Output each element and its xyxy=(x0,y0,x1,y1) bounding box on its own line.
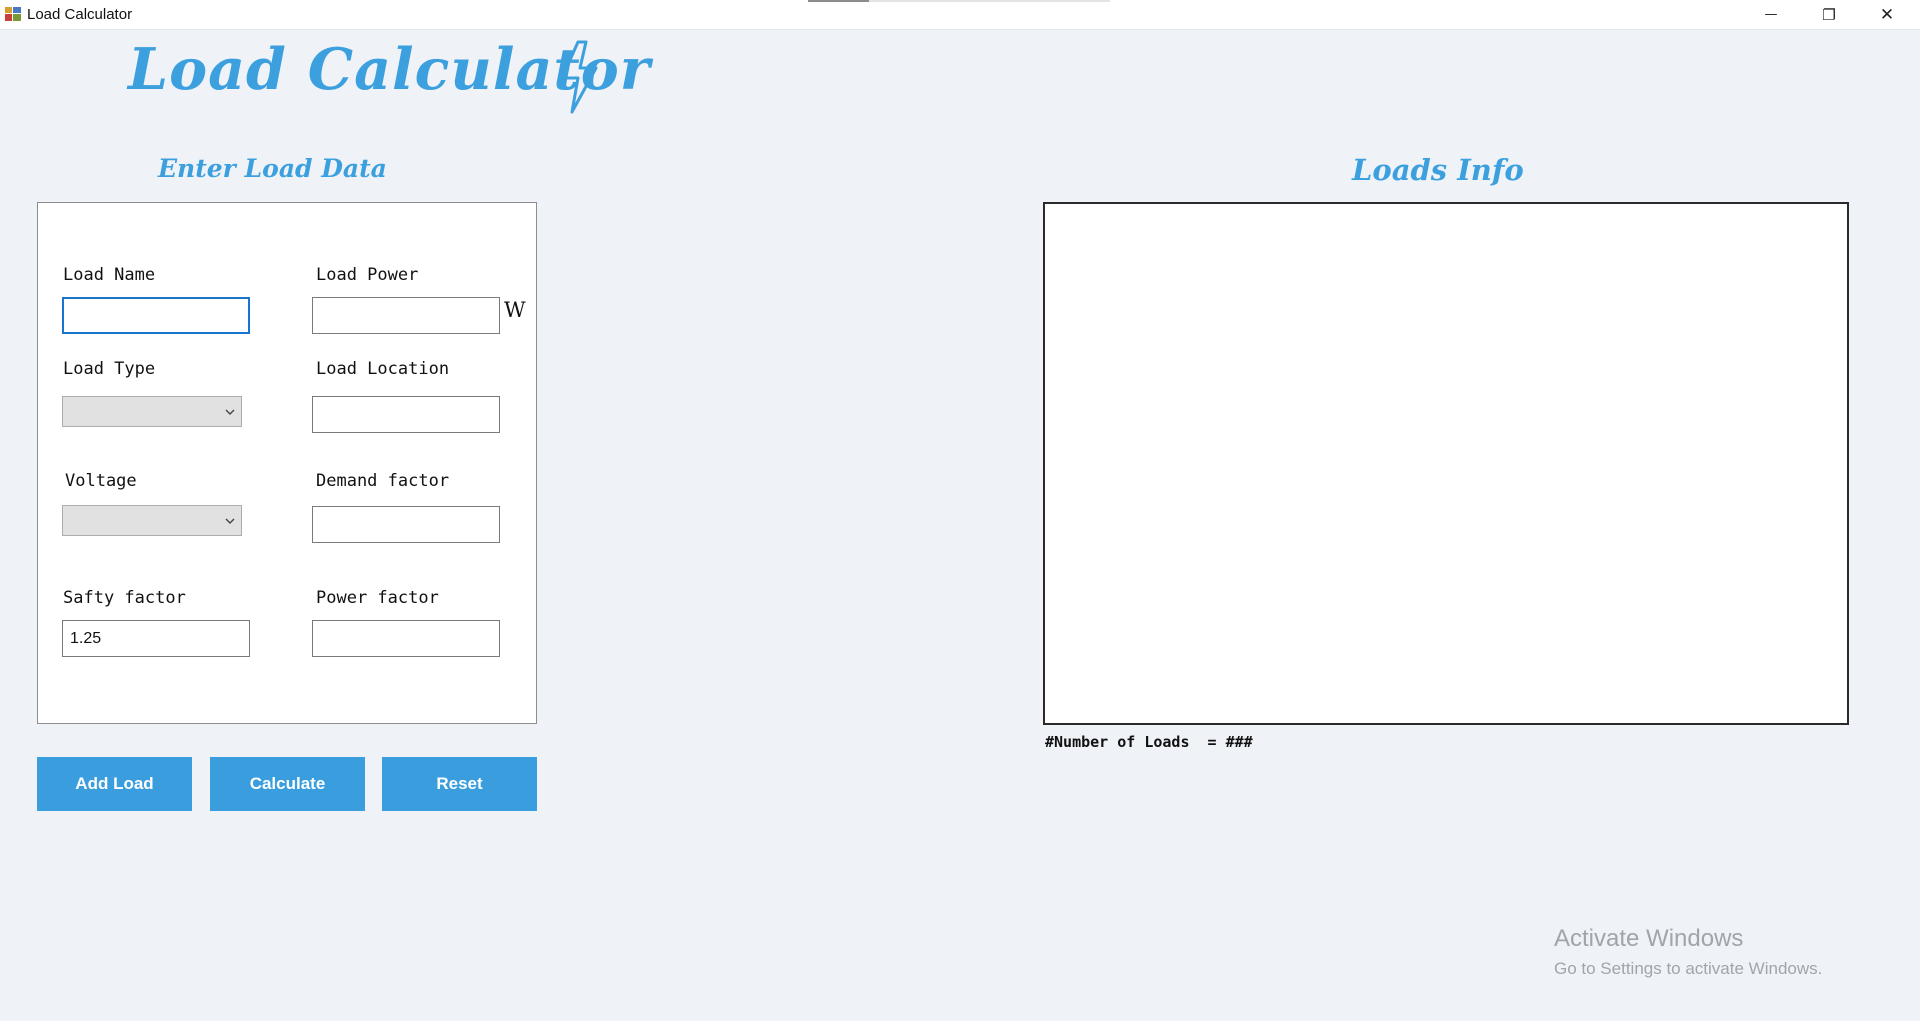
minimize-button[interactable]: — xyxy=(1742,0,1800,29)
demand-factor-label: Demand factor xyxy=(316,471,450,491)
chevron-down-icon xyxy=(225,518,235,524)
number-of-loads-label: #Number of Loads = ### xyxy=(1045,733,1253,751)
loads-info-panel[interactable] xyxy=(1043,202,1849,725)
chevron-down-icon xyxy=(225,409,235,415)
lightning-bolt-icon xyxy=(560,40,598,114)
window-title: Load Calculator xyxy=(27,6,133,23)
close-button[interactable]: ✕ xyxy=(1858,0,1916,29)
close-icon: ✕ xyxy=(1879,4,1895,25)
safety-factor-label: Safty factor xyxy=(63,588,186,608)
load-location-label: Load Location xyxy=(316,359,450,379)
load-power-input[interactable] xyxy=(312,297,500,334)
power-factor-input[interactable] xyxy=(312,620,500,657)
load-location-input[interactable] xyxy=(312,396,500,433)
power-factor-label: Power factor xyxy=(316,588,439,608)
demand-factor-input[interactable] xyxy=(312,506,500,543)
load-name-label: Load Name xyxy=(63,265,156,285)
restore-button[interactable]: ❐ xyxy=(1800,0,1858,29)
load-type-select[interactable] xyxy=(62,396,242,427)
load-type-label: Load Type xyxy=(63,359,156,379)
load-power-unit: W xyxy=(504,298,526,322)
window-titlebar[interactable]: Load Calculator — ❐ ✕ xyxy=(0,0,1920,30)
loads-info-title: Loads Info xyxy=(1352,153,1524,187)
app-icon xyxy=(5,7,21,21)
calculate-button[interactable]: Calculate xyxy=(210,757,365,811)
add-load-button[interactable]: Add Load xyxy=(37,757,192,811)
voltage-select[interactable] xyxy=(62,505,242,536)
titlebar-divider-active xyxy=(808,0,869,2)
load-power-label: Load Power xyxy=(316,265,419,285)
activate-windows-title: Activate Windows xyxy=(1554,925,1744,952)
minimize-icon: — xyxy=(1764,7,1778,22)
voltage-label: Voltage xyxy=(65,471,137,491)
load-name-input[interactable] xyxy=(62,297,250,334)
reset-button[interactable]: Reset xyxy=(382,757,537,811)
enter-load-data-title: Enter Load Data xyxy=(158,154,387,183)
restore-icon: ❐ xyxy=(1822,5,1836,24)
activate-windows-subtitle: Go to Settings to activate Windows. xyxy=(1554,959,1823,978)
safety-factor-input[interactable]: 1.25 xyxy=(62,620,250,657)
